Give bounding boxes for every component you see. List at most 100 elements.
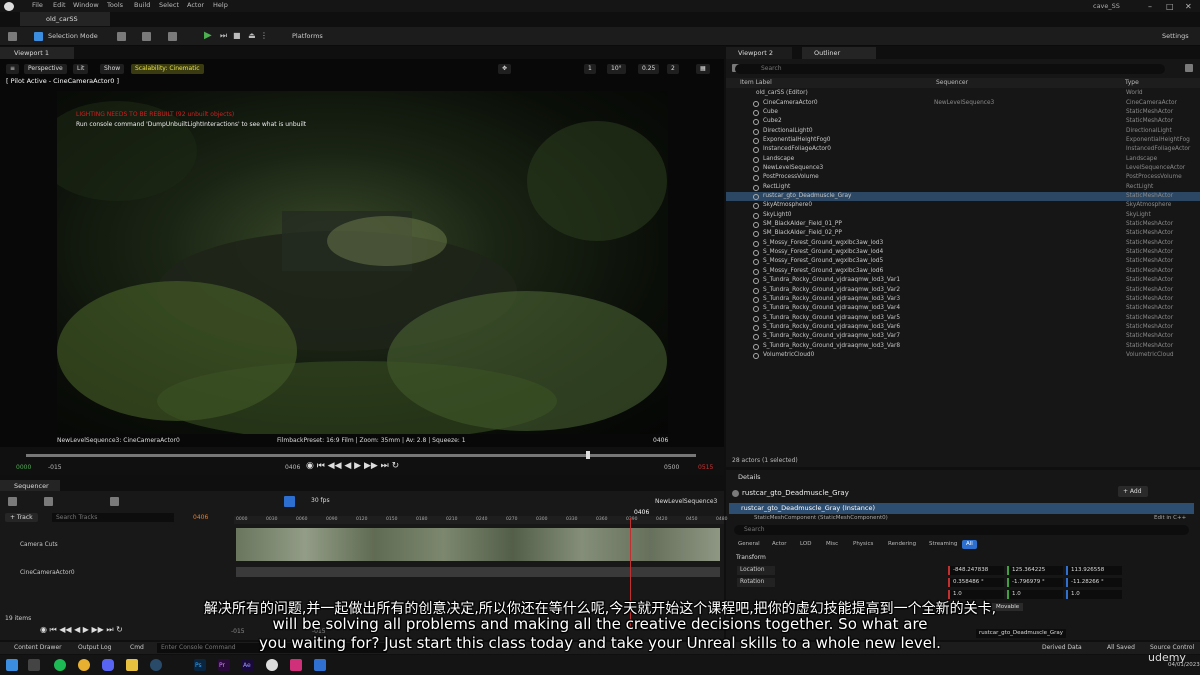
camera-cuts-thumbnails[interactable] xyxy=(236,528,720,561)
outliner-row[interactable]: S_Tundra_Rocky_Ground_vjdraaqmw_lod3_Var… xyxy=(726,295,1200,304)
details-tab-rendering[interactable]: Rendering xyxy=(884,540,920,549)
instance-row[interactable]: rustcar_gto_Deadmuscle_Gray (Instance) xyxy=(729,503,1194,514)
outliner-row[interactable]: S_Tundra_Rocky_Ground_vjdraaqmw_lod3_Var… xyxy=(726,323,1200,332)
timeline-playhead[interactable] xyxy=(586,451,590,459)
lit-button[interactable]: Lit xyxy=(73,64,89,74)
add-component-button[interactable]: + Add xyxy=(1118,486,1148,497)
move-icon[interactable]: ✥ xyxy=(498,64,512,74)
location-x[interactable]: -848.247838 xyxy=(948,566,1004,575)
step-icon[interactable]: ⏭ xyxy=(220,31,227,41)
details-search-input[interactable]: Search xyxy=(734,525,1189,535)
outliner-row[interactable]: S_Mossy_Forest_Ground_wgxlbc3aw_lod3 Stat… xyxy=(726,239,1200,248)
rotation-x[interactable]: 0.358486 ° xyxy=(948,578,1004,587)
unreal-taskbar-icon[interactable] xyxy=(266,659,278,671)
camera-actor-lane[interactable] xyxy=(236,567,720,577)
details-tab-streaming[interactable]: Streaming xyxy=(925,540,961,549)
steam-icon[interactable] xyxy=(150,659,162,671)
chrome-icon[interactable] xyxy=(78,659,90,671)
outliner-row[interactable]: PostProcessVolume PostProcessVolume xyxy=(726,173,1200,182)
location-dropdown[interactable]: Location xyxy=(737,566,775,575)
photoshop-icon[interactable]: Ps xyxy=(194,659,206,671)
level-tab[interactable]: old_carSS xyxy=(20,12,110,26)
cinematics-icon[interactable] xyxy=(168,32,177,41)
maximize-icon[interactable]: □ xyxy=(1166,2,1174,11)
app-icon-blue[interactable] xyxy=(314,659,326,671)
outliner-row[interactable]: CineCameraActor0 NewLevelSequence3 CineCam… xyxy=(726,99,1200,108)
more-icon[interactable]: ⋮ xyxy=(260,31,268,40)
viewport-menu-button[interactable]: ≡ xyxy=(6,64,20,74)
outliner-row[interactable]: rustcar_gto_Deadmuscle_Gray StaticMeshAct… xyxy=(726,192,1200,202)
fps-dropdown[interactable]: 30 fps xyxy=(311,497,330,504)
save-icon[interactable] xyxy=(8,32,17,41)
track-camera-cuts[interactable]: Camera Cuts xyxy=(20,542,58,548)
outliner-row[interactable]: RectLight RectLight xyxy=(726,183,1200,192)
outliner-row[interactable]: SM_BlackAlder_Field_02_PP StaticMeshActor xyxy=(726,229,1200,238)
menu-actor[interactable]: Actor xyxy=(187,1,204,9)
unreal-logo-icon[interactable] xyxy=(4,2,14,11)
time-ruler[interactable]: 0000 0030 0060 0090 0120 0150 0180 0210 0240 0270… xyxy=(234,516,727,524)
outliner-row[interactable]: DirectionalLight0 DirectionalLight xyxy=(726,127,1200,136)
camera-speed-value[interactable]: 2 xyxy=(667,64,679,74)
outliner-row[interactable]: S_Mossy_Forest_Ground_wgxlbc3aw_lod6 Stat… xyxy=(726,267,1200,276)
header-type[interactable]: Type xyxy=(1125,79,1139,86)
search-icon[interactable] xyxy=(28,659,40,671)
edit-cpp-link[interactable]: Edit in C++ xyxy=(1154,515,1186,521)
outliner-row[interactable]: VolumetricCloud0 VolumetricCloud xyxy=(726,351,1200,360)
current-frame[interactable]: 0406 xyxy=(193,514,208,521)
windows-start-icon[interactable] xyxy=(6,659,18,671)
outliner-row[interactable]: Cube2 StaticMeshActor xyxy=(726,117,1200,126)
header-sequencer[interactable]: Sequencer xyxy=(936,79,968,86)
scalability-badge[interactable]: Scalability: Cinematic xyxy=(131,64,204,74)
details-tab-lod[interactable]: LOD xyxy=(796,540,815,549)
outliner-row[interactable]: ExponentialHeightFog0 ExponentialHeightFo… xyxy=(726,136,1200,145)
rotation-y[interactable]: -1.796979 ° xyxy=(1007,578,1063,587)
menu-select[interactable]: Select xyxy=(159,1,179,9)
close-icon[interactable]: ✕ xyxy=(1185,2,1192,11)
discord-icon[interactable] xyxy=(102,659,114,671)
sequencer-snap-icon[interactable] xyxy=(284,496,295,507)
blueprint-icon[interactable] xyxy=(142,32,151,41)
spotify-icon[interactable] xyxy=(54,659,66,671)
snap-grid-value[interactable]: 1 xyxy=(584,64,596,74)
outliner-row[interactable]: S_Mossy_Forest_Ground_wgxlbc3aw_lod4 Stat… xyxy=(726,248,1200,257)
selection-mode-button[interactable]: Selection Mode xyxy=(44,30,102,43)
timeline-scrubber[interactable] xyxy=(26,454,696,457)
outliner-row[interactable]: InstancedFoliageActor0 InstancedFoliageAc… xyxy=(726,145,1200,154)
details-tab-all[interactable]: All xyxy=(962,540,977,549)
perspective-button[interactable]: Perspective xyxy=(24,64,67,74)
snap-scale-value[interactable]: 0.25 xyxy=(638,64,660,74)
show-button[interactable]: Show xyxy=(100,64,125,74)
outliner-row[interactable]: NewLevelSequence3 LevelSequenceActor xyxy=(726,164,1200,173)
platforms-button[interactable]: Platforms xyxy=(288,30,327,43)
track-cine-camera[interactable]: CineCameraActor0 xyxy=(20,570,75,576)
tab-viewport-1[interactable]: Viewport 1 xyxy=(0,47,74,59)
outliner-settings-icon[interactable] xyxy=(1185,64,1193,72)
tab-details[interactable]: Details xyxy=(738,473,761,481)
rotation-dropdown[interactable]: Rotation xyxy=(737,578,775,587)
app-icon-pink[interactable] xyxy=(290,659,302,671)
premiere-icon[interactable]: Pr xyxy=(218,659,230,671)
search-tracks-input[interactable]: Search Tracks xyxy=(52,513,174,522)
location-z[interactable]: 113.926558 xyxy=(1066,566,1122,575)
outliner-row[interactable]: S_Mossy_Forest_Ground_wgxlbc3aw_lod5 Stat… xyxy=(726,257,1200,266)
sequencer-render-icon[interactable] xyxy=(110,497,119,506)
sequencer-world-icon[interactable] xyxy=(44,497,53,506)
add-actor-icon[interactable] xyxy=(117,32,126,41)
menu-edit[interactable]: Edit xyxy=(53,1,66,9)
sequencer-save-icon[interactable] xyxy=(8,497,17,506)
component-row[interactable]: StaticMeshComponent (StaticMeshComponent… xyxy=(754,515,888,521)
outliner-row[interactable]: Landscape Landscape xyxy=(726,155,1200,164)
header-item-label[interactable]: Item Label xyxy=(740,79,772,86)
play-icon[interactable]: ▶ xyxy=(204,30,212,41)
settings-button[interactable]: Settings xyxy=(1158,30,1193,43)
details-tab-physics[interactable]: Physics xyxy=(849,540,877,549)
eject-icon[interactable]: ⏏ xyxy=(248,31,256,40)
outliner-row[interactable]: S_Tundra_Rocky_Ground_vjdraaqmw_lod3_Var… xyxy=(726,304,1200,313)
outliner-row[interactable]: S_Tundra_Rocky_Ground_vjdraaqmw_lod3_Var… xyxy=(726,276,1200,285)
stop-icon[interactable]: ■ xyxy=(233,31,241,40)
tab-viewport-2[interactable]: Viewport 2 xyxy=(726,47,792,59)
mode-icon[interactable] xyxy=(34,32,43,41)
menu-tools[interactable]: Tools xyxy=(107,1,123,9)
outliner-row[interactable]: SM_BlackAlder_Field_01_PP StaticMeshActor xyxy=(726,220,1200,229)
details-tab-general[interactable]: General xyxy=(734,540,764,549)
